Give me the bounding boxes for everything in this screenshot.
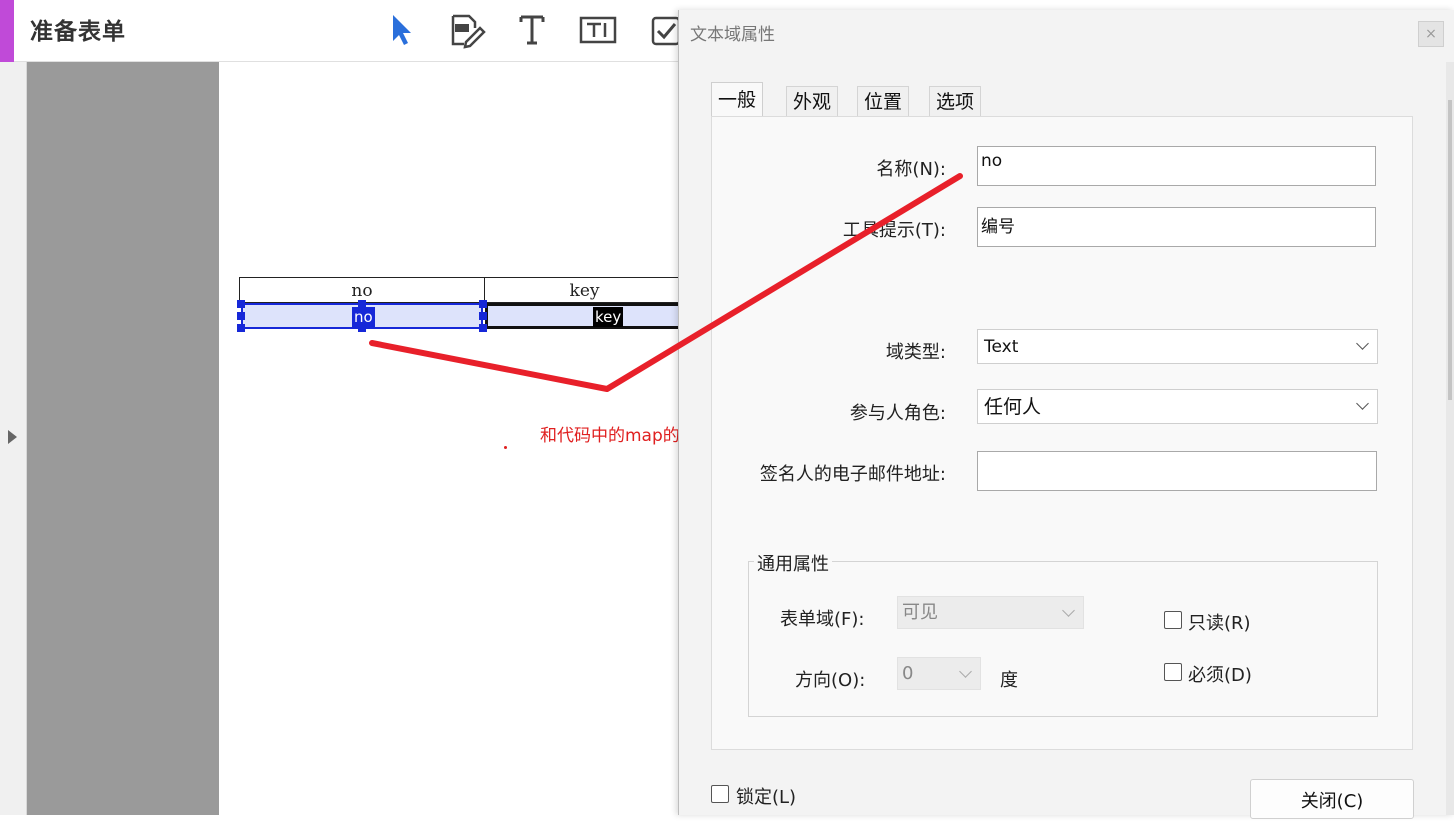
role-label: 参与人角色: — [849, 403, 946, 424]
common-properties-group — [748, 561, 1378, 717]
tooltip-label: 工具提示(T): — [842, 220, 946, 241]
form-field-label: 表单域(F): — [780, 609, 865, 630]
name-label: 名称(N): — [876, 159, 946, 180]
scrollbar-thumb[interactable] — [1448, 100, 1452, 400]
tab-options[interactable]: 选项 — [929, 86, 982, 116]
email-label: 签名人的电子邮件地址: — [759, 464, 946, 485]
readonly-label: 只读(R) — [1188, 613, 1251, 634]
orientation-select: 0 — [897, 657, 981, 690]
resize-handle[interactable] — [237, 324, 245, 332]
locked-label: 锁定(L) — [736, 787, 797, 808]
table-header-key: key — [484, 277, 684, 303]
field-type-label: 域类型: — [885, 342, 946, 363]
role-select[interactable]: 任何人 — [977, 389, 1378, 424]
accent-bar — [0, 0, 14, 62]
locked-checkbox[interactable] — [711, 785, 729, 803]
chevron-down-icon — [1062, 604, 1075, 617]
chevron-down-icon — [1356, 337, 1369, 350]
annotation-dot — [504, 446, 507, 449]
orientation-label: 方向(O): — [795, 670, 866, 691]
resize-handle[interactable] — [479, 312, 487, 320]
chevron-down-icon — [1356, 397, 1369, 410]
select-cursor-icon[interactable] — [380, 8, 424, 52]
resize-handle[interactable] — [479, 300, 487, 308]
readonly-checkbox[interactable] — [1164, 611, 1182, 629]
resize-handle[interactable] — [479, 324, 487, 332]
required-label: 必须(D) — [1188, 665, 1252, 686]
expand-panel-arrow-icon[interactable] — [8, 430, 17, 444]
resize-handle[interactable] — [358, 300, 366, 308]
dialog-close-icon[interactable]: × — [1418, 21, 1444, 47]
tab-appearance[interactable]: 外观 — [786, 86, 839, 116]
form-field-key[interactable] — [485, 303, 685, 329]
required-checkbox[interactable] — [1164, 663, 1182, 681]
form-field-select: 可见 — [897, 596, 1084, 629]
form-field-value: 可见 — [902, 602, 938, 623]
role-value: 任何人 — [984, 396, 1042, 418]
field-type-select[interactable]: Text — [977, 329, 1378, 364]
field-name-label-key: key — [593, 307, 624, 327]
resize-handle[interactable] — [237, 312, 245, 320]
dialog-title: 文本域属性 — [690, 25, 775, 45]
resize-handle[interactable] — [237, 300, 245, 308]
resize-handle[interactable] — [358, 324, 366, 332]
text-field-tool-icon[interactable] — [576, 8, 620, 52]
tab-position[interactable]: 位置 — [857, 86, 910, 116]
field-type-value: Text — [984, 337, 1019, 357]
canvas-background — [27, 62, 219, 815]
text-tool-icon[interactable] — [510, 8, 554, 52]
close-button[interactable]: 关闭(C) — [1250, 779, 1414, 819]
orientation-value: 0 — [902, 663, 914, 684]
tooltip-input[interactable]: 编号 — [977, 207, 1376, 247]
degree-label: 度 — [1000, 670, 1018, 691]
name-input[interactable]: no — [977, 146, 1376, 186]
edit-form-icon[interactable] — [444, 8, 488, 52]
email-input[interactable] — [977, 451, 1377, 491]
common-properties-title: 通用属性 — [754, 550, 832, 576]
chevron-down-icon — [959, 665, 972, 678]
app-title: 准备表单 — [30, 19, 126, 45]
tab-general[interactable]: 一般 — [711, 82, 764, 117]
